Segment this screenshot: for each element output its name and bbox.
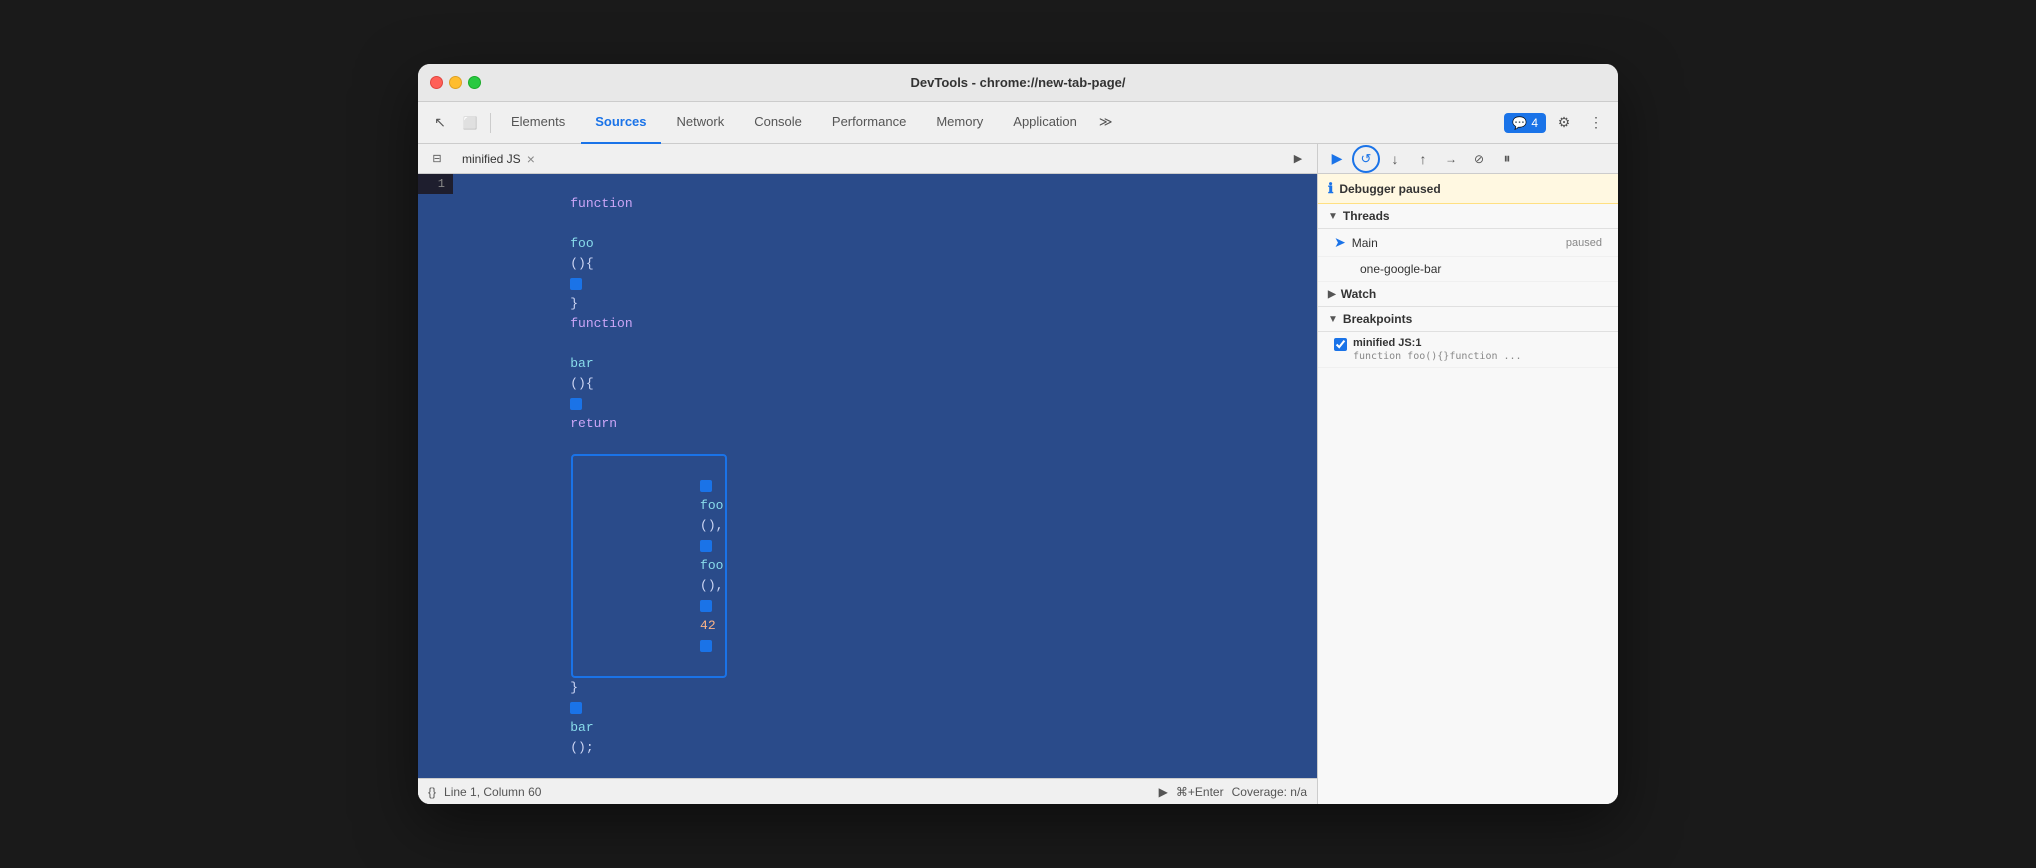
breakpoints-collapse-icon: ▼ <box>1328 314 1338 325</box>
file-toolbar: ⊟ minified JS × ▶ <box>418 144 1317 174</box>
threads-collapse-icon: ▼ <box>1328 211 1338 222</box>
more-options-button[interactable]: ⋮ <box>1582 109 1610 137</box>
minimize-button[interactable] <box>449 76 462 89</box>
thread-one-google-bar[interactable]: one-google-bar <box>1318 257 1618 282</box>
watch-section-header[interactable]: ▶ Watch <box>1318 282 1618 307</box>
step-out-button[interactable]: ↑ <box>1410 146 1436 172</box>
resume-button[interactable]: ▶ <box>1324 146 1350 172</box>
breakpoint-marker-2 <box>570 398 582 410</box>
tab-console[interactable]: Console <box>740 102 816 144</box>
cursor-icon: ↖ <box>434 114 446 131</box>
main-content: ⊟ minified JS × ▶ 1 <box>418 144 1618 804</box>
debugger-paused-banner: ℹ Debugger paused <box>1318 174 1618 204</box>
status-right: ▶ ⌘+Enter Coverage: n/a <box>1159 785 1307 799</box>
resume-icon: ▶ <box>1332 150 1343 167</box>
cursor-tool-button[interactable]: ↖ <box>426 109 454 137</box>
main-toolbar: ↖ ⬜ Elements Sources Network Console Per… <box>418 102 1618 144</box>
breakpoint-text: minified JS:1 function foo(){}function .… <box>1353 337 1522 362</box>
tab-application[interactable]: Application <box>999 102 1091 144</box>
breakpoint-checkbox[interactable] <box>1334 338 1347 351</box>
settings-button[interactable]: ⚙ <box>1550 109 1578 137</box>
line-content-1: function foo (){ } function bar (){ retu <box>453 174 1317 778</box>
step-into-button[interactable]: ↓ <box>1382 146 1408 172</box>
titlebar: DevTools - chrome://new-tab-page/ <box>418 64 1618 102</box>
tab-memory[interactable]: Memory <box>922 102 997 144</box>
toolbar-right: 💬 4 ⚙ ⋮ <box>1504 109 1610 137</box>
step-into-icon: ↓ <box>1392 151 1399 167</box>
step-button[interactable]: → <box>1438 146 1464 172</box>
window-title: DevTools - chrome://new-tab-page/ <box>910 75 1125 90</box>
thread-main[interactable]: ➤ Main paused <box>1318 229 1618 257</box>
tab-elements[interactable]: Elements <box>497 102 579 144</box>
more-vertical-icon: ⋮ <box>1589 114 1603 131</box>
run-icon: ▶ <box>1294 152 1302 165</box>
thread-active-icon: ➤ <box>1334 234 1346 251</box>
more-tabs-icon: ≫ <box>1099 114 1113 130</box>
deactivate-breakpoints-button[interactable]: ⊘ <box>1466 146 1492 172</box>
line-number-1: 1 <box>418 174 453 194</box>
settings-icon: ⚙ <box>1558 114 1571 131</box>
watch-collapse-icon: ▶ <box>1328 289 1336 300</box>
code-editor[interactable]: 1 function foo (){ } function bar (){ <box>418 174 1317 778</box>
step-out-icon: ↑ <box>1420 151 1427 167</box>
tab-performance[interactable]: Performance <box>818 102 920 144</box>
devtools-body: ↖ ⬜ Elements Sources Network Console Per… <box>418 102 1618 804</box>
status-bar: {} Line 1, Column 60 ▶ ⌘+Enter Coverage:… <box>418 778 1317 804</box>
file-tab-minified-js[interactable]: minified JS × <box>454 144 543 173</box>
keyword-function-1: function <box>570 196 632 211</box>
run-icon-status: ▶ <box>1159 785 1168 799</box>
code-line-1: 1 function foo (){ } function bar (){ <box>418 174 1317 778</box>
format-icon[interactable]: {} <box>428 785 436 799</box>
tab-sources[interactable]: Sources <box>581 102 660 144</box>
issues-badge-button[interactable]: 💬 4 <box>1504 113 1546 133</box>
device-icon: ⬜ <box>463 116 478 130</box>
cursor-position: Line 1, Column 60 <box>444 785 541 799</box>
tab-network[interactable]: Network <box>663 102 739 144</box>
breakpoint-item-1[interactable]: minified JS:1 function foo(){}function .… <box>1318 332 1618 368</box>
breakpoint-marker-1 <box>570 278 582 290</box>
tab-more-button[interactable]: ≫ <box>1093 102 1119 144</box>
close-button[interactable] <box>430 76 443 89</box>
device-toolbar-button[interactable]: ⬜ <box>456 109 484 137</box>
sidebar-icon: ⊟ <box>432 152 441 165</box>
toolbar-divider <box>490 113 491 133</box>
highlighted-expression: foo (), foo (), 42 <box>571 454 727 678</box>
breakpoints-section-header[interactable]: ▼ Breakpoints <box>1318 307 1618 332</box>
debugger-toolbar: ▶ ↺ ↓ ↑ → ⊘ <box>1318 144 1618 174</box>
editor-toolbar-right: ▶ <box>1287 148 1309 170</box>
step-over-icon: ↺ <box>1361 151 1372 167</box>
threads-section-header[interactable]: ▼ Threads <box>1318 204 1618 229</box>
step-over-button[interactable]: ↺ <box>1352 145 1380 173</box>
pause-on-exceptions-button[interactable]: ⏸ <box>1494 146 1520 172</box>
sidebar-toggle-button[interactable]: ⊟ <box>426 148 448 170</box>
status-left: {} Line 1, Column 60 <box>428 785 541 799</box>
issues-icon: 💬 <box>1512 116 1527 130</box>
step-icon: → <box>1445 152 1457 166</box>
pause-icon: ⏸ <box>1504 150 1511 167</box>
run-snippet-button[interactable]: ▶ <box>1287 148 1309 170</box>
right-panel: ▶ ↺ ↓ ↑ → ⊘ <box>1318 144 1618 804</box>
coverage-text: Coverage: n/a <box>1232 785 1307 799</box>
info-icon: ℹ <box>1328 180 1333 197</box>
run-shortcut: ⌘+Enter <box>1176 785 1224 799</box>
maximize-button[interactable] <box>468 76 481 89</box>
left-panel: ⊟ minified JS × ▶ 1 <box>418 144 1318 804</box>
deactivate-icon: ⊘ <box>1474 152 1484 166</box>
traffic-lights <box>430 76 481 89</box>
devtools-window: DevTools - chrome://new-tab-page/ ↖ ⬜ El… <box>418 64 1618 804</box>
file-tab-close-button[interactable]: × <box>527 152 535 166</box>
